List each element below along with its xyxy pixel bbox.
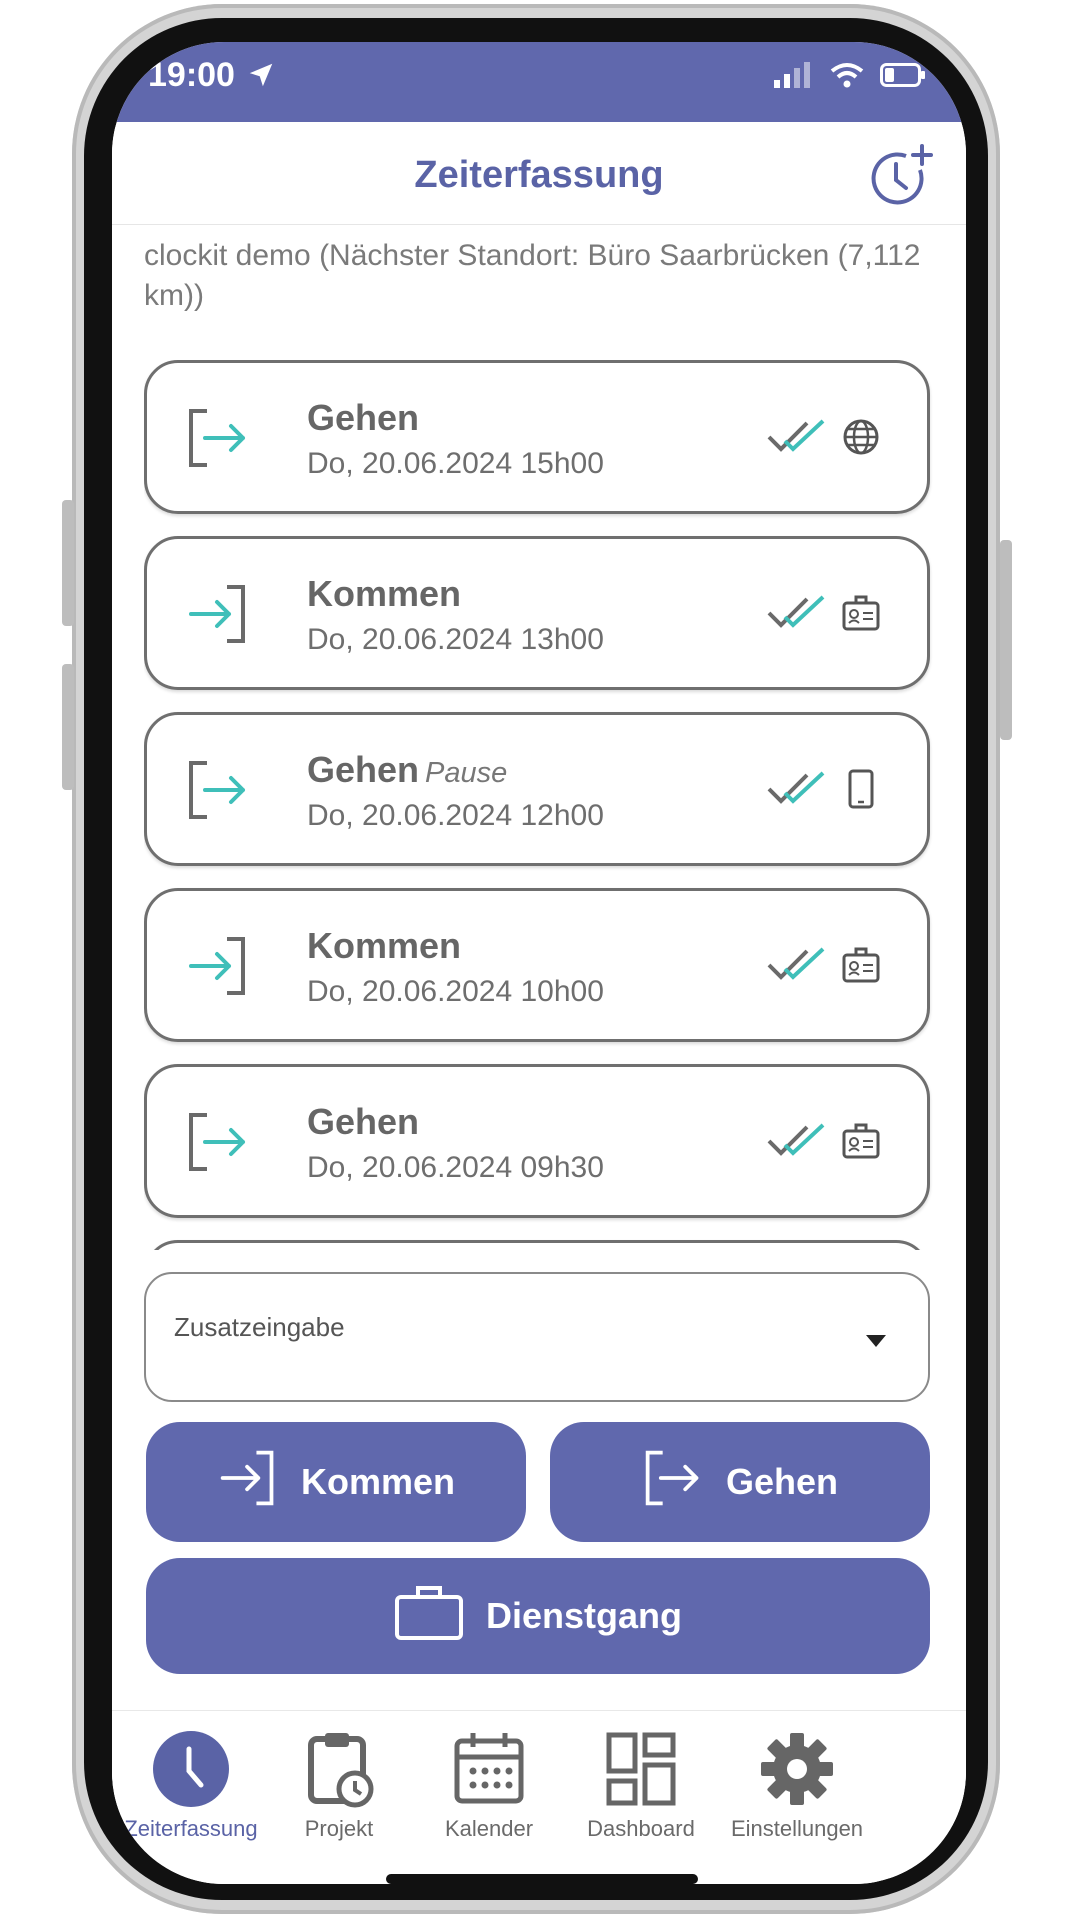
entry-date: Do, 20.06.2024 13h00 xyxy=(307,623,604,656)
entry-date: Do, 20.06.2024 15h00 xyxy=(307,447,604,480)
id-badge-icon xyxy=(841,1121,881,1166)
gear-icon xyxy=(757,1733,837,1813)
gehen-button[interactable]: Gehen xyxy=(550,1422,930,1542)
kommen-button[interactable]: Kommen xyxy=(146,1422,526,1542)
tab-label: Kalender xyxy=(444,1816,534,1841)
entry-date: Do, 20.06.2024 09h30 xyxy=(307,1151,604,1184)
logout-arrow-icon xyxy=(185,405,251,476)
caret-down-icon xyxy=(866,1334,886,1352)
page-title: Zeiterfassung xyxy=(414,154,664,196)
double-check-icon xyxy=(767,595,829,636)
home-indicator[interactable] xyxy=(386,1874,698,1884)
entry-type: Gehen Pause xyxy=(307,749,508,790)
double-check-icon xyxy=(767,947,829,988)
battery-icon xyxy=(880,63,926,92)
phone-side-button-volume-down xyxy=(62,664,74,790)
entry-date: Do, 20.06.2024 10h00 xyxy=(307,975,604,1008)
entry-type: Kommen xyxy=(307,573,462,614)
smartphone-icon xyxy=(841,769,881,814)
location-info: clockit demo (Nächster Standort: Büro Sa… xyxy=(144,239,921,312)
gehen-button-label: Gehen xyxy=(725,1461,839,1502)
dienstgang-button-label: Dienstgang xyxy=(485,1595,682,1636)
logout-arrow-icon xyxy=(185,757,251,828)
entry-date: Do, 20.06.2024 12h00 xyxy=(307,799,604,832)
entry-type: Gehen xyxy=(307,1101,420,1142)
double-check-icon xyxy=(767,771,829,812)
app-header: Zeiterfassung xyxy=(112,122,966,225)
logout-arrow-icon xyxy=(185,1109,251,1180)
id-badge-icon xyxy=(841,593,881,638)
wifi-icon xyxy=(830,62,864,93)
login-arrow-icon xyxy=(185,933,251,1004)
login-arrow-icon xyxy=(185,581,251,652)
tab-kalender[interactable]: Kalender xyxy=(404,1729,574,1842)
tab-label: Projekt xyxy=(304,1816,374,1841)
briefcase-icon xyxy=(394,1583,464,1650)
time-entry[interactable]: Kommen Do, 20.06.2024 10h00 xyxy=(144,888,930,1042)
entry-type: Gehen xyxy=(307,397,420,438)
time-entry[interactable]: Gehen Do, 20.06.2024 09h30 xyxy=(144,1064,930,1218)
status-icons xyxy=(774,62,926,93)
phone-side-button-volume-up xyxy=(62,500,74,626)
tab-label: Einstellungen xyxy=(730,1816,864,1841)
double-check-icon xyxy=(767,1123,829,1164)
location-arrow-icon xyxy=(246,60,276,95)
cellular-signal-icon xyxy=(774,62,814,93)
tab-dashboard[interactable]: Dashboard xyxy=(556,1729,726,1842)
status-bar: 19:00 xyxy=(112,42,966,122)
time-entry-partial[interactable] xyxy=(144,1240,930,1250)
clipboard-clock-icon xyxy=(299,1733,379,1813)
pause-label: Pause xyxy=(425,757,508,789)
tab-projekt[interactable]: Projekt xyxy=(254,1729,424,1842)
entry-type: Kommen xyxy=(307,925,462,966)
status-time: 19:00 xyxy=(148,56,235,94)
bottom-tab-bar: Zeiterfassung Projekt Kalender Dashboard… xyxy=(112,1710,966,1884)
phone-side-button-power xyxy=(1000,540,1012,740)
time-entry[interactable]: Gehen Pause Do, 20.06.2024 12h00 xyxy=(144,712,930,866)
dashboard-icon xyxy=(601,1732,681,1813)
logout-arrow-icon xyxy=(642,1447,704,1518)
time-entry[interactable]: Kommen Do, 20.06.2024 13h00 xyxy=(144,536,930,690)
double-check-icon xyxy=(767,419,829,460)
dienstgang-button[interactable]: Dienstgang xyxy=(146,1558,930,1674)
tab-label: Dashboard xyxy=(587,1816,695,1841)
tab-label: Zeiterfassung xyxy=(124,1816,258,1841)
additional-input-dropdown[interactable]: Zusatzeingabe xyxy=(144,1272,930,1402)
kommen-button-label: Kommen xyxy=(300,1461,456,1502)
add-time-entry-icon[interactable] xyxy=(866,142,936,217)
clock-icon xyxy=(151,1731,231,1813)
time-entry-list[interactable]: Gehen Do, 20.06.2024 15h00 Kommen Do, 20… xyxy=(144,360,934,1250)
tab-zeiterfassung[interactable]: Zeiterfassung xyxy=(112,1729,276,1842)
time-entry[interactable]: Gehen Do, 20.06.2024 15h00 xyxy=(144,360,930,514)
tab-einstellungen[interactable]: Einstellungen xyxy=(712,1729,882,1842)
globe-icon xyxy=(841,417,881,462)
id-badge-icon xyxy=(841,945,881,990)
login-arrow-icon xyxy=(217,1447,279,1518)
calendar-icon xyxy=(449,1733,529,1813)
app-screen: 19:00 Zeiterfassung clockit demo (Nächst… xyxy=(112,42,966,1884)
dropdown-label: Zusatzeingabe xyxy=(174,1312,345,1342)
